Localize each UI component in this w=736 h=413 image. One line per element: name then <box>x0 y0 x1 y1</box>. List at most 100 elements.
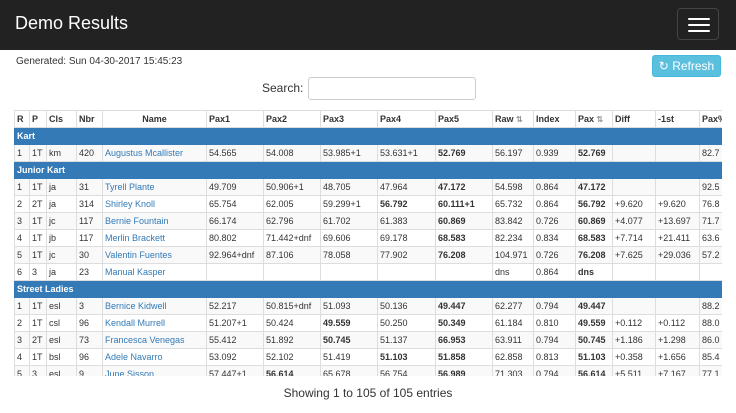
cell-cls: csl <box>46 314 77 332</box>
menu-toggle-button[interactable] <box>677 8 719 40</box>
column-header-pax[interactable]: Pax% <box>699 110 722 128</box>
column-header-1st[interactable]: -1st <box>655 110 700 128</box>
cell-pax5: 56.989 <box>435 365 493 376</box>
driver-name-link[interactable]: Augustus Mcallister <box>105 148 183 158</box>
refresh-button[interactable]: ↻ Refresh <box>652 55 721 77</box>
cell-diff <box>612 263 656 281</box>
driver-name-link[interactable]: Bernie Fountain <box>105 216 169 226</box>
cell-pax3: 50.745 <box>320 331 378 349</box>
cell-pax: 47.172 <box>575 178 613 196</box>
cell-raw: 83.842 <box>492 212 534 230</box>
cell-nbr: 117 <box>76 229 103 247</box>
driver-name-link[interactable]: Manual Kasper <box>105 267 166 277</box>
cell-index: 0.794 <box>533 331 576 349</box>
cell-pax3: 49.559 <box>320 314 378 332</box>
cell-p: 1T <box>29 297 47 315</box>
cell-r: 5 <box>14 246 30 264</box>
entries-info: Showing 1 to 105 of 105 entries <box>283 386 453 400</box>
column-header-pax[interactable]: Pax ⇅ <box>575 110 613 128</box>
cell-nbr: 420 <box>76 144 103 162</box>
cell-name: Francesca Venegas <box>102 331 207 349</box>
cell-index: 0.864 <box>533 178 576 196</box>
column-header-raw[interactable]: Raw ⇅ <box>492 110 534 128</box>
group-title: Kart <box>14 127 722 145</box>
cell-1st: +0.112 <box>655 314 700 332</box>
cell-name: Bernie Fountain <box>102 212 207 230</box>
column-header-pax2[interactable]: Pax2 <box>263 110 321 128</box>
cell-index: 0.813 <box>533 348 576 366</box>
table-row: 1 1T esl 3 Bernice Kidwell 52.217 50.815+dnf 51… <box>14 297 722 315</box>
driver-name-link[interactable]: Valentin Fuentes <box>105 250 172 260</box>
driver-name-link[interactable]: Merlin Brackett <box>105 233 165 243</box>
cell-pax5: 47.172 <box>435 178 493 196</box>
cell-1st <box>655 144 700 162</box>
cell-name: Merlin Brackett <box>102 229 207 247</box>
column-header-p[interactable]: P <box>29 110 47 128</box>
cell-pax3: 65.678 <box>320 365 378 376</box>
cell-pax: 52.769 <box>575 144 613 162</box>
cell-pax: 57.2 <box>699 246 722 264</box>
cell-diff: +7.714 <box>612 229 656 247</box>
cell-pax1: 65.754 <box>206 195 264 213</box>
group-title: Junior Kart <box>14 161 722 179</box>
cell-pax: 92.5 <box>699 178 722 196</box>
column-header-nbr[interactable]: Nbr <box>76 110 103 128</box>
cell-pax5: 52.769 <box>435 144 493 162</box>
column-header-pax5[interactable]: Pax5 <box>435 110 493 128</box>
cell-diff <box>612 297 656 315</box>
column-header-r[interactable]: R <box>14 110 30 128</box>
cell-pax3: 48.705 <box>320 178 378 196</box>
cell-pax: 56.614 <box>575 365 613 376</box>
column-header-diff[interactable]: Diff <box>612 110 656 128</box>
column-header-index[interactable]: Index <box>533 110 576 128</box>
results-table-container[interactable]: R P Cls Nbr Name Pax1 Pax2 Pax3 Pax4 Pax5 Raw ⇅ Ind… <box>14 110 722 376</box>
cell-nbr: 73 <box>76 331 103 349</box>
cell-diff: +9.620 <box>612 195 656 213</box>
cell-pax2: 50.815+dnf <box>263 297 321 315</box>
column-header-name[interactable]: Name <box>102 110 207 128</box>
cell-nbr: 23 <box>76 263 103 281</box>
cell-r: 3 <box>14 212 30 230</box>
cell-pax4: 53.631+1 <box>377 144 436 162</box>
search-input[interactable] <box>308 77 476 100</box>
cell-index: 0.810 <box>533 314 576 332</box>
driver-name-link[interactable]: Adele Navarro <box>105 352 163 362</box>
table-row: 3 2T esl 73 Francesca Venegas 55.412 51.892 50.… <box>14 331 722 349</box>
cell-pax1: 51.207+1 <box>206 314 264 332</box>
cell-pax5: 51.858 <box>435 348 493 366</box>
cell-name: Tyrell Plante <box>102 178 207 196</box>
cell-pax5: 49.447 <box>435 297 493 315</box>
driver-name-link[interactable]: Bernice Kidwell <box>105 301 167 311</box>
cell-pax2: 50.906+1 <box>263 178 321 196</box>
cell-p: 1T <box>29 229 47 247</box>
cell-diff: +7.625 <box>612 246 656 264</box>
cell-p: 2T <box>29 331 47 349</box>
driver-name-link[interactable]: Tyrell Plante <box>105 182 155 192</box>
column-header-cls[interactable]: Cls <box>46 110 77 128</box>
cell-r: 1 <box>14 144 30 162</box>
cell-pax <box>699 263 722 281</box>
cell-1st: +7.167 <box>655 365 700 376</box>
driver-name-link[interactable]: Shirley Knoll <box>105 199 155 209</box>
cell-p: 1T <box>29 314 47 332</box>
cell-cls: ja <box>46 263 77 281</box>
column-header-pax4[interactable]: Pax4 <box>377 110 436 128</box>
cell-cls: jc <box>46 212 77 230</box>
column-header-pax1[interactable]: Pax1 <box>206 110 264 128</box>
cell-r: 5 <box>14 365 30 376</box>
cell-raw: 65.732 <box>492 195 534 213</box>
driver-name-link[interactable]: June Sisson <box>105 369 154 377</box>
cell-pax5 <box>435 263 493 281</box>
driver-name-link[interactable]: Kendall Murrell <box>105 318 165 328</box>
cell-pax1: 54.565 <box>206 144 264 162</box>
column-header-pax3[interactable]: Pax3 <box>320 110 378 128</box>
cell-r: 6 <box>14 263 30 281</box>
cell-1st: +1.298 <box>655 331 700 349</box>
driver-name-link[interactable]: Francesca Venegas <box>105 335 185 345</box>
cell-pax: 71.7 <box>699 212 722 230</box>
app-title[interactable]: Demo Results <box>15 13 128 34</box>
cell-pax5: 76.208 <box>435 246 493 264</box>
cell-pax2: 54.008 <box>263 144 321 162</box>
refresh-label: Refresh <box>672 59 715 73</box>
cell-pax3 <box>320 263 378 281</box>
